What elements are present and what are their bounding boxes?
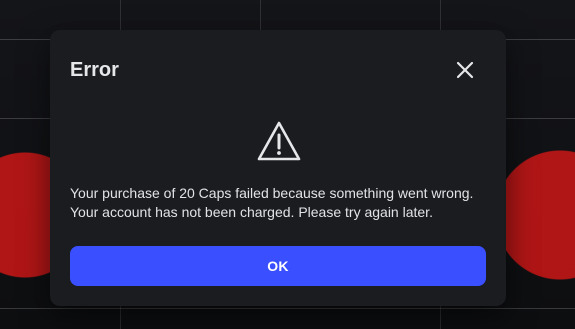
close-icon [456, 61, 474, 79]
error-dialog: Error Your purchase of 20 Caps failed be… [50, 30, 506, 306]
dialog-title: Error [70, 59, 119, 81]
warning-icon [256, 120, 302, 162]
ok-button[interactable]: OK [70, 246, 486, 286]
background-divider-bottom [0, 308, 575, 309]
close-button[interactable] [454, 59, 476, 81]
error-message-line-1: Your purchase of 20 Caps failed because … [70, 185, 474, 201]
error-message: Your purchase of 20 Caps failed because … [70, 184, 490, 222]
error-message-line-2: Your account has not been charged. Pleas… [70, 204, 433, 220]
